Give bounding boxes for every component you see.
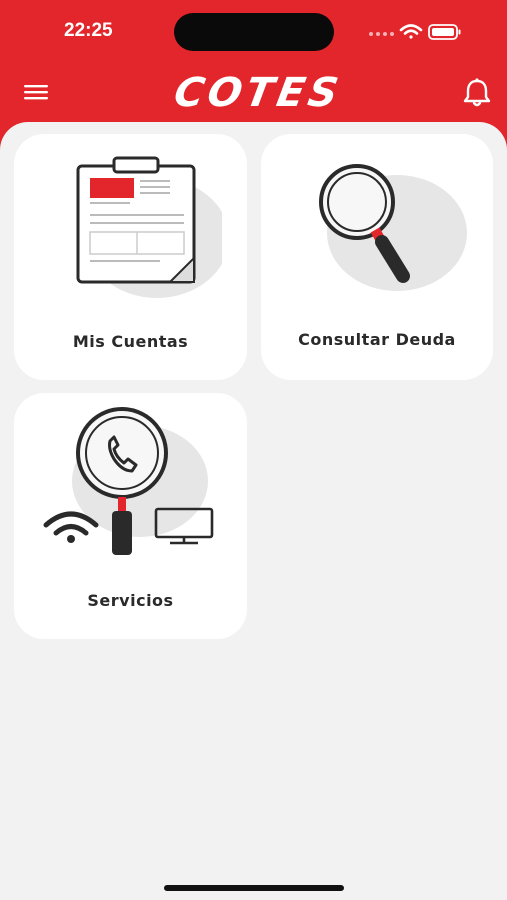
hamburger-icon <box>24 85 48 100</box>
services-icon <box>43 407 214 555</box>
mis-cuentas-card[interactable]: Mis Cuentas <box>14 134 247 380</box>
magnifier-icon <box>319 164 467 291</box>
cotes-logo: COTES <box>170 70 346 116</box>
hamburger-menu-button[interactable] <box>22 80 52 104</box>
servicios-card[interactable]: Servicios <box>14 393 247 639</box>
battery-icon <box>428 24 461 40</box>
status-icons <box>365 22 465 46</box>
wifi-icon <box>399 24 423 39</box>
bell-icon <box>463 78 491 107</box>
consultar-deuda-card[interactable]: Consultar Deuda <box>261 134 493 380</box>
notifications-button[interactable] <box>460 77 494 109</box>
home-indicator[interactable] <box>164 885 344 891</box>
mis-cuentas-label: Mis Cuentas <box>72 332 189 351</box>
status-time: 22:25 <box>64 20 113 41</box>
cellular-signal-icon <box>369 32 394 36</box>
wifi-icon <box>43 511 99 543</box>
servicios-label: Servicios <box>87 591 174 610</box>
dynamic-island <box>174 13 334 51</box>
consultar-deuda-label: Consultar Deuda <box>298 330 456 349</box>
clipboard-icon <box>76 156 222 298</box>
